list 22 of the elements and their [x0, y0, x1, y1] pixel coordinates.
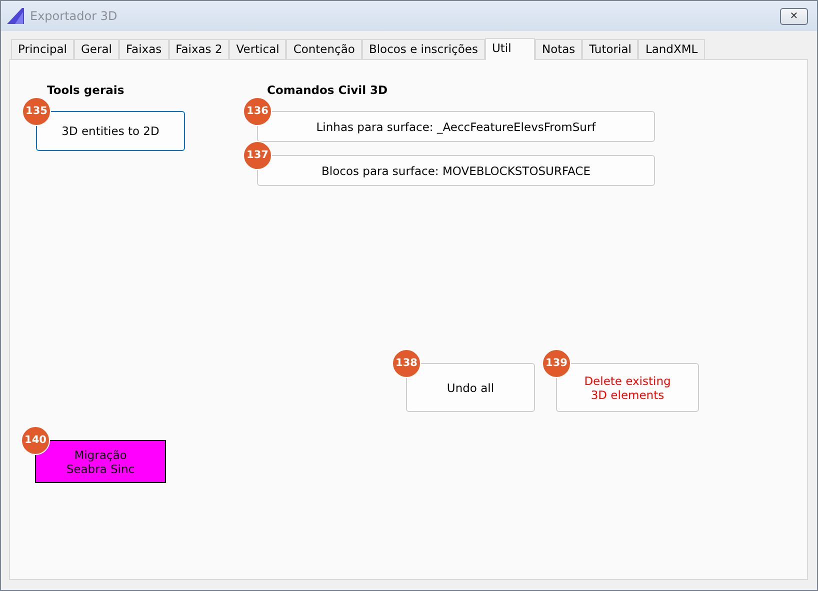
- tab[interactable]: Blocos e inscrições: [362, 39, 485, 59]
- tab[interactable]: Notas: [534, 39, 582, 59]
- tab[interactable]: Faixas 2: [168, 39, 230, 59]
- number-badge: 136: [243, 97, 272, 126]
- group-title: Comandos Civil 3D: [267, 82, 388, 99]
- tab[interactable]: Util: [484, 38, 535, 60]
- number-badge: 139: [542, 349, 571, 378]
- number-badge: 137: [243, 141, 272, 170]
- close-button[interactable]: ✕: [780, 8, 808, 24]
- tab[interactable]: Tutorial: [582, 39, 638, 59]
- tab[interactable]: Geral: [74, 39, 119, 59]
- number-badge: 140: [21, 426, 50, 455]
- group-title: Tools gerais: [47, 82, 124, 99]
- number-badge: 135: [22, 97, 51, 126]
- window-title: Exportador 3D: [30, 8, 118, 25]
- tab[interactable]: Faixas: [118, 39, 169, 59]
- tab[interactable]: Vertical: [229, 39, 286, 59]
- number-badge: 138: [392, 349, 421, 378]
- app-logo-icon: [7, 8, 25, 24]
- tab[interactable]: Principal: [11, 39, 74, 59]
- tab[interactable]: LandXML: [638, 39, 705, 59]
- tab[interactable]: Contenção: [286, 39, 362, 59]
